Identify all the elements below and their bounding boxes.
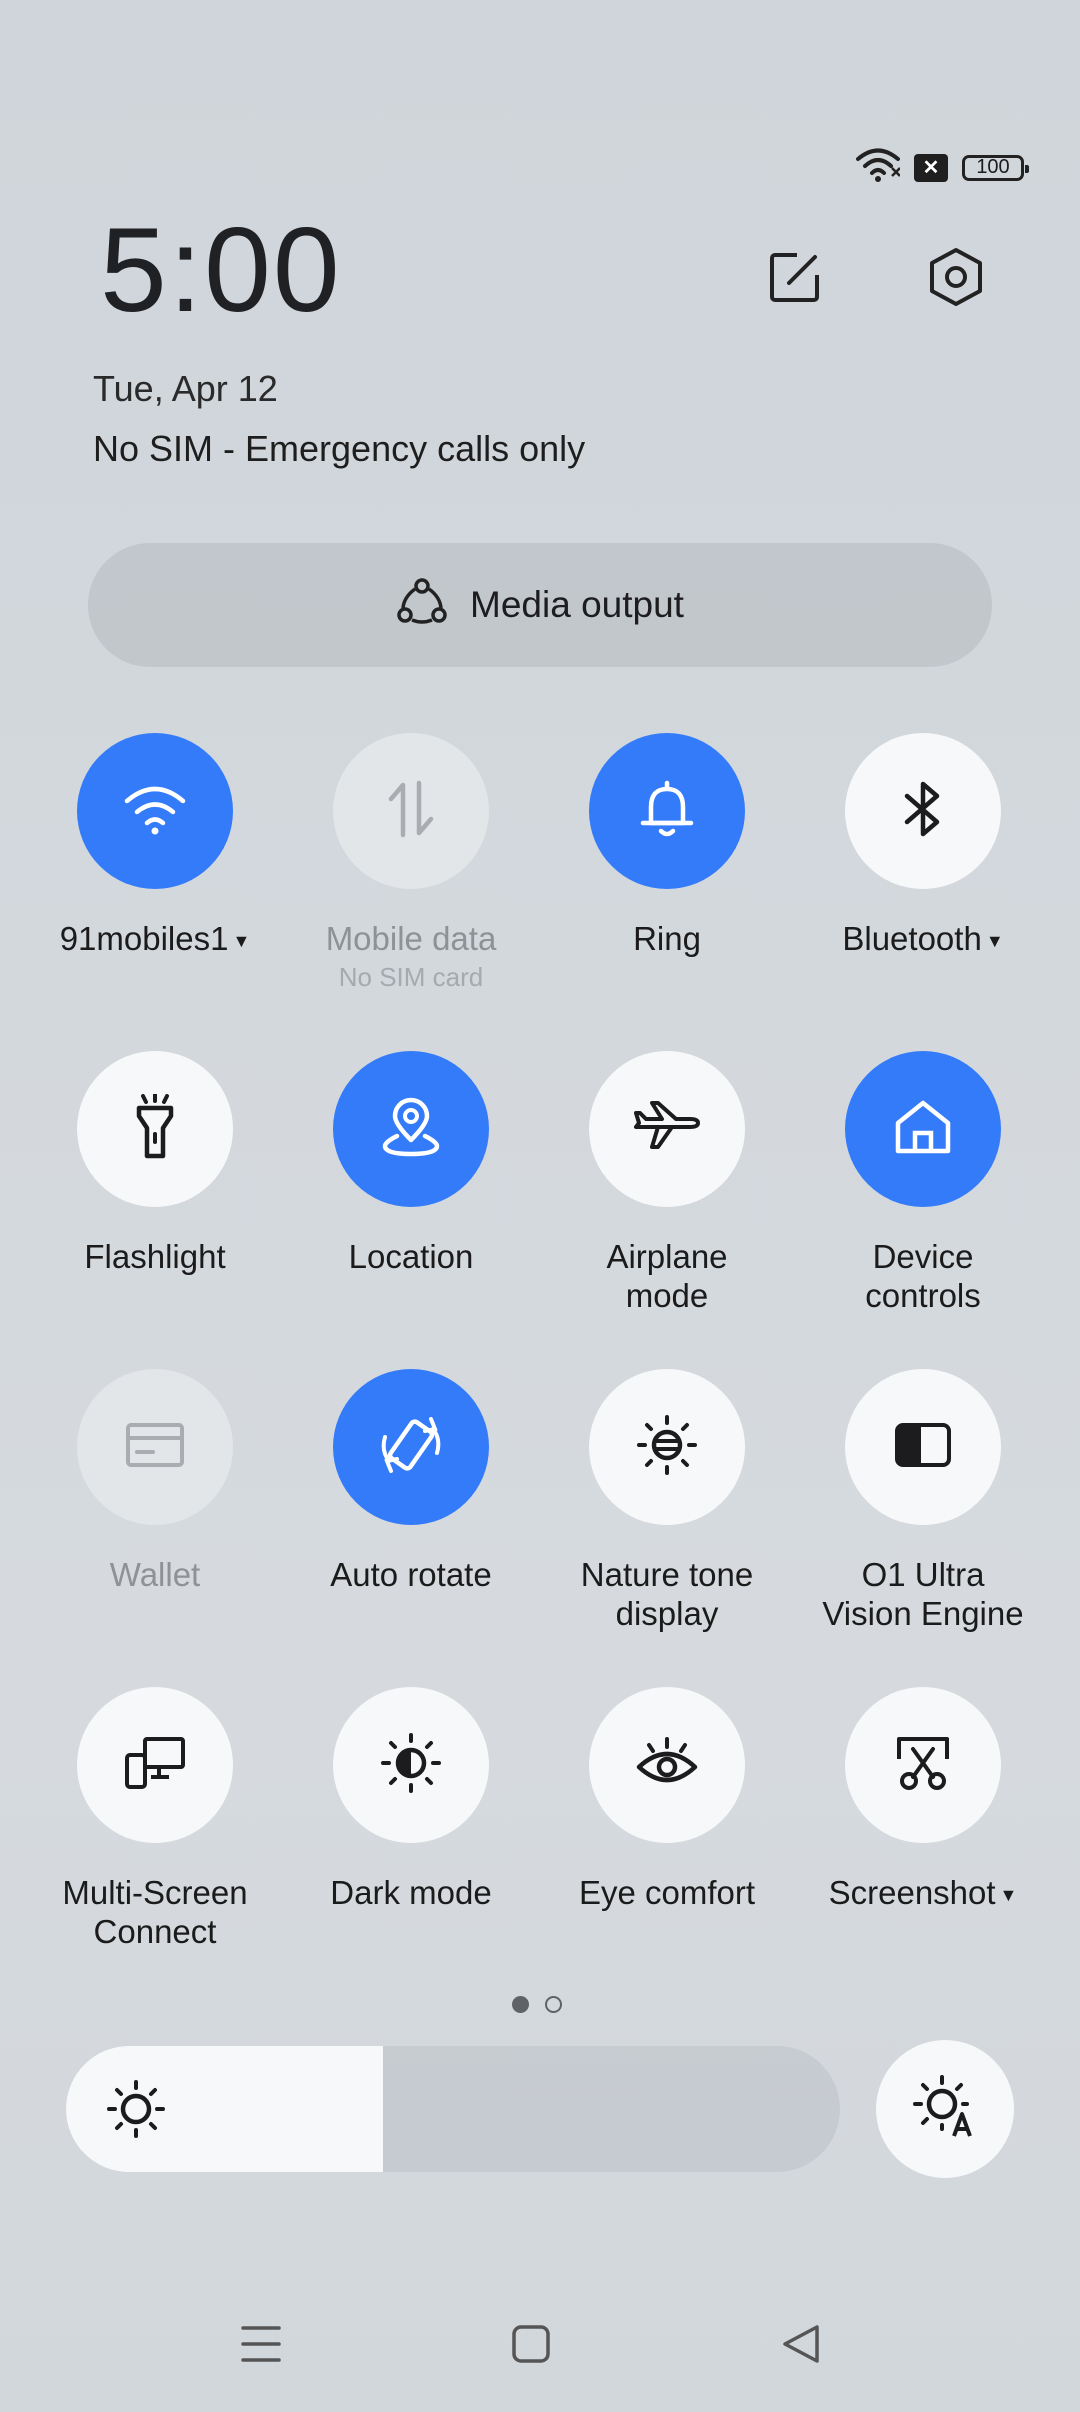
wifi-icon: [123, 783, 187, 840]
multi-screen-icon: [123, 1735, 187, 1796]
home-icon: [892, 1097, 954, 1162]
vision-engine-toggle[interactable]: [845, 1369, 1001, 1525]
date[interactable]: Tue, Apr 12: [93, 368, 278, 410]
brightness-slider[interactable]: [66, 2046, 840, 2172]
tile-label: 91mobiles1: [59, 920, 229, 957]
location-icon: [381, 1096, 441, 1163]
tile-label: Multi-Screen Connect: [62, 1874, 248, 1950]
tile-screenshot[interactable]: Screenshot ▼: [813, 1687, 1033, 1915]
screenshot-icon: [893, 1733, 953, 1798]
eye-comfort-toggle[interactable]: [589, 1687, 745, 1843]
home-button-icon: [511, 2324, 551, 2369]
tile-sublabel: No SIM card: [338, 962, 484, 992]
screenshot-toggle[interactable]: [845, 1687, 1001, 1843]
dropdown-caret-icon[interactable]: ▼: [986, 931, 1004, 951]
nature-tone-icon: [635, 1413, 699, 1482]
device-controls-toggle[interactable]: [845, 1051, 1001, 1207]
tile-device-controls[interactable]: Device controls: [813, 1051, 1033, 1315]
tile-label: Eye comfort: [578, 1874, 756, 1911]
dropdown-caret-icon[interactable]: ▼: [1000, 1885, 1018, 1905]
media-output-icon: [396, 577, 448, 634]
bell-icon: [639, 779, 695, 844]
location-toggle[interactable]: [333, 1051, 489, 1207]
back-icon: [781, 2324, 821, 2369]
recents-icon: [241, 2325, 281, 2368]
multi-screen-toggle[interactable]: [77, 1687, 233, 1843]
tile-nature-tone[interactable]: Nature tone display: [557, 1369, 777, 1633]
wifi-toggle[interactable]: [77, 733, 233, 889]
recents-button[interactable]: [231, 2316, 291, 2376]
nature-tone-toggle[interactable]: [589, 1369, 745, 1525]
tile-dark-mode[interactable]: Dark mode: [301, 1687, 521, 1912]
no-sim-icon: ✕: [914, 153, 948, 182]
tile-flashlight[interactable]: Flashlight: [45, 1051, 265, 1276]
sim-status: No SIM - Emergency calls only: [93, 428, 586, 469]
tile-airplane-mode[interactable]: Airplane mode: [557, 1051, 777, 1315]
tile-ring[interactable]: Ring: [557, 733, 777, 958]
auto-brightness-button[interactable]: [876, 2040, 1014, 2178]
bluetooth-toggle[interactable]: [845, 733, 1001, 889]
wifi-signal-icon: [856, 148, 901, 187]
airplane-mode-toggle[interactable]: [589, 1051, 745, 1207]
tile-label: Device controls: [865, 1238, 981, 1314]
mobile-data-toggle[interactable]: [333, 733, 489, 889]
auto-rotate-icon: [375, 1409, 447, 1486]
media-output-button[interactable]: Media output: [88, 543, 992, 667]
brightness-icon: [106, 2079, 166, 2144]
mobile-data-icon: [385, 779, 437, 844]
home-button[interactable]: [501, 2316, 561, 2376]
page-indicator: [512, 1996, 562, 2013]
tile-label: Auto rotate: [330, 1556, 492, 1593]
tile-label: Dark mode: [330, 1874, 492, 1911]
tile-label: Screenshot: [828, 1874, 996, 1911]
auto-brightness-icon: [912, 2074, 978, 2145]
tile-label: Mobile data: [325, 920, 497, 957]
status-bar: ✕ 100: [856, 148, 1029, 187]
tile-label: Location: [348, 1238, 474, 1275]
tile-wallet[interactable]: Wallet: [45, 1369, 265, 1594]
tile-label: Nature tone display: [580, 1556, 754, 1632]
dark-mode-icon: [379, 1731, 443, 1800]
tile-label: Bluetooth: [842, 920, 982, 957]
flashlight-icon: [130, 1091, 180, 1165]
tile-wifi[interactable]: 91mobiles1 ▼: [45, 733, 265, 961]
back-button[interactable]: [771, 2316, 831, 2376]
wallet-icon: [125, 1422, 185, 1473]
battery-indicator: 100: [962, 154, 1029, 181]
ring-toggle[interactable]: [589, 733, 745, 889]
edit-icon[interactable]: [755, 237, 835, 317]
eye-icon: [635, 1736, 699, 1794]
battery-level: 100: [976, 156, 1010, 178]
flashlight-toggle[interactable]: [77, 1051, 233, 1207]
tile-eye-comfort[interactable]: Eye comfort: [557, 1687, 777, 1912]
settings-icon[interactable]: [916, 237, 996, 317]
bluetooth-icon: [903, 778, 943, 845]
tile-mobile-data[interactable]: Mobile data No SIM card: [301, 733, 521, 993]
tile-label: O1 Ultra Vision Engine: [822, 1556, 1024, 1632]
airplane-icon: [632, 1099, 702, 1160]
tile-label: Ring: [633, 920, 701, 957]
page-dot: [545, 1996, 562, 2013]
page-dot: [512, 1996, 529, 2013]
tile-label: Flashlight: [84, 1238, 226, 1275]
tile-auto-rotate[interactable]: Auto rotate: [301, 1369, 521, 1594]
tile-bluetooth[interactable]: Bluetooth ▼: [813, 733, 1033, 961]
tile-vision-engine[interactable]: O1 Ultra Vision Engine: [813, 1369, 1033, 1633]
dark-mode-toggle[interactable]: [333, 1687, 489, 1843]
tile-label: Wallet: [109, 1556, 201, 1593]
tile-multi-screen[interactable]: Multi-Screen Connect: [45, 1687, 265, 1951]
dropdown-caret-icon[interactable]: ▼: [232, 931, 250, 951]
vision-engine-icon: [894, 1422, 952, 1473]
media-output-label: Media output: [470, 584, 684, 625]
wallet-toggle[interactable]: [77, 1369, 233, 1525]
tile-label: Airplane mode: [606, 1238, 728, 1314]
tile-location[interactable]: Location: [301, 1051, 521, 1276]
clock[interactable]: 5:00: [100, 210, 342, 330]
auto-rotate-toggle[interactable]: [333, 1369, 489, 1525]
